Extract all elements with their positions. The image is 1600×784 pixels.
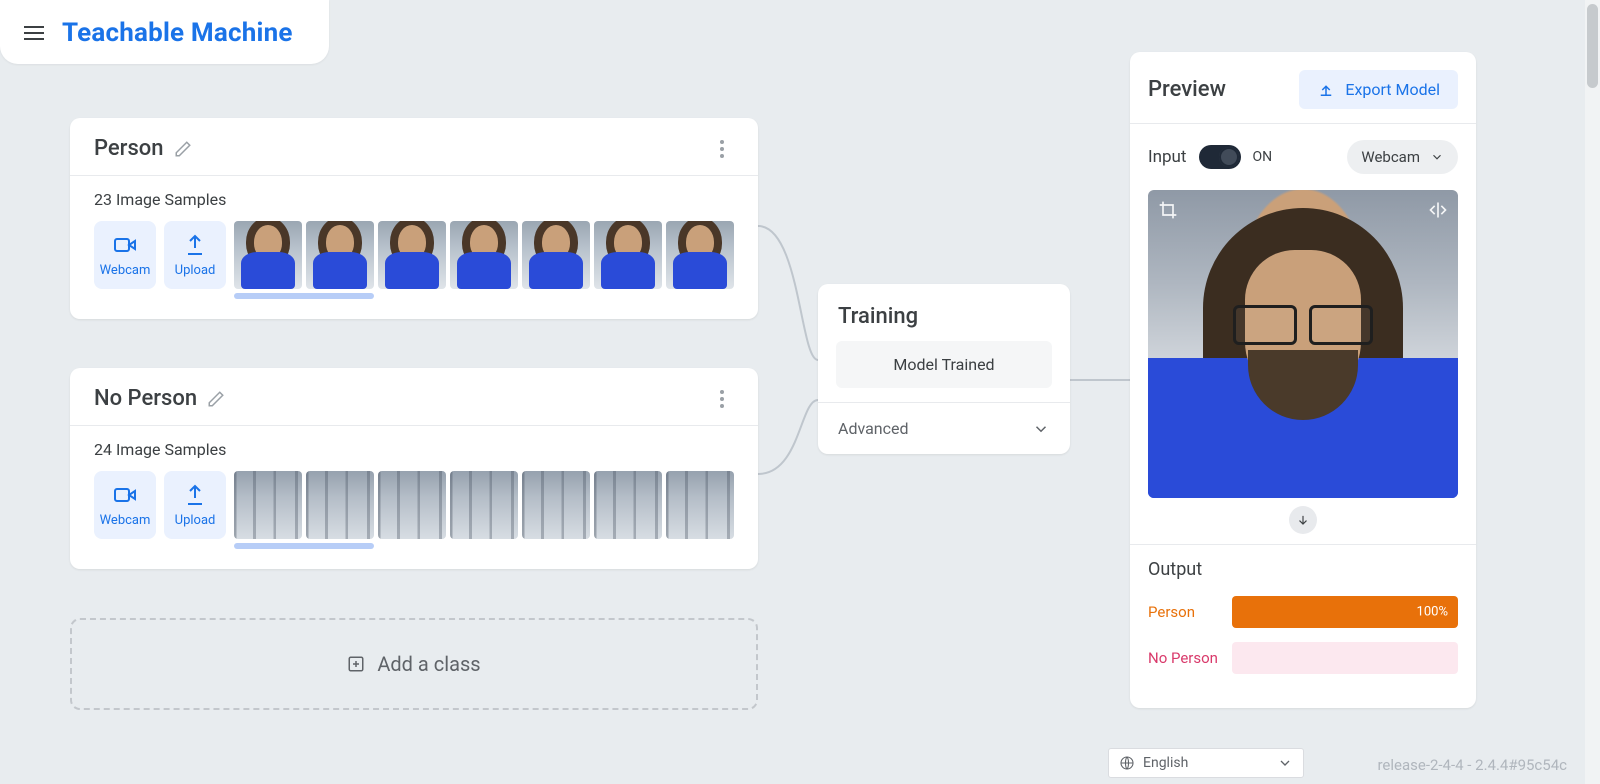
preview-card: Preview Export Model Input ON Webcam (1130, 52, 1476, 708)
sample-thumb[interactable] (522, 471, 590, 539)
sample-thumb[interactable] (666, 221, 734, 289)
sample-thumb[interactable] (234, 471, 302, 539)
chevron-down-icon (1430, 150, 1444, 164)
output-bar-noperson (1232, 642, 1458, 674)
webcam-button-label: Webcam (100, 263, 151, 278)
training-advanced-toggle[interactable]: Advanced (818, 402, 1070, 454)
sample-thumbnails[interactable] (234, 221, 734, 289)
sample-thumb[interactable] (234, 221, 302, 289)
input-source-label: Webcam (1361, 148, 1420, 166)
language-label: English (1143, 755, 1188, 771)
upload-icon (1317, 81, 1335, 99)
sample-thumb[interactable] (594, 471, 662, 539)
class-card-noperson: No Person 24 Image Samples Webcam Upload (70, 368, 758, 569)
pencil-icon[interactable] (207, 390, 225, 408)
chevron-down-icon (1032, 420, 1050, 438)
advanced-label: Advanced (838, 419, 909, 438)
add-class-label: Add a class (377, 652, 480, 676)
training-status: Model Trained (836, 341, 1052, 388)
webcam-button-label: Webcam (100, 513, 151, 528)
sample-thumb[interactable] (594, 221, 662, 289)
class-title: No Person (94, 386, 197, 411)
chevron-down-icon (1277, 755, 1293, 771)
sample-thumb[interactable] (522, 221, 590, 289)
upload-button-label: Upload (175, 263, 216, 278)
export-label: Export Model (1345, 80, 1440, 99)
upload-button[interactable]: Upload (164, 221, 226, 289)
sample-thumb[interactable] (450, 471, 518, 539)
output-label-noperson: No Person (1148, 649, 1218, 667)
samples-count: 23 Image Samples (94, 190, 734, 209)
sample-thumb[interactable] (378, 471, 446, 539)
training-card: Training Model Trained Advanced (818, 284, 1070, 454)
class-menu-icon[interactable] (710, 140, 734, 158)
class-card-person: Person 23 Image Samples Webcam Upload (70, 118, 758, 319)
sample-thumb[interactable] (306, 471, 374, 539)
output-title: Output (1148, 559, 1458, 580)
toggle-state: ON (1253, 149, 1273, 165)
class-menu-icon[interactable] (710, 390, 734, 408)
sample-thumb[interactable] (378, 221, 446, 289)
globe-icon (1119, 755, 1135, 771)
input-source-select[interactable]: Webcam (1347, 140, 1458, 174)
sample-thumbnails[interactable] (234, 471, 734, 539)
upload-button-label: Upload (175, 513, 216, 528)
thumb-scroll-indicator[interactable] (234, 293, 374, 299)
webcam-button[interactable]: Webcam (94, 471, 156, 539)
vertical-scrollbar[interactable] (1585, 0, 1600, 784)
plus-icon (347, 655, 365, 673)
pencil-icon[interactable] (174, 140, 192, 158)
thumb-scroll-indicator[interactable] (234, 543, 374, 549)
output-label-person: Person (1148, 603, 1218, 621)
upload-button[interactable]: Upload (164, 471, 226, 539)
arrow-down-icon (1289, 506, 1317, 534)
export-model-button[interactable]: Export Model (1299, 70, 1458, 109)
sample-thumb[interactable] (450, 221, 518, 289)
sample-thumb[interactable] (306, 221, 374, 289)
add-class-button[interactable]: Add a class (70, 618, 758, 710)
output-bar-person: 100% (1232, 596, 1458, 628)
input-toggle[interactable] (1199, 145, 1241, 169)
training-title: Training (818, 284, 1070, 341)
preview-title: Preview (1148, 77, 1226, 102)
class-title: Person (94, 136, 164, 161)
webcam-button[interactable]: Webcam (94, 221, 156, 289)
sample-thumb[interactable] (666, 471, 734, 539)
crop-icon[interactable] (1158, 200, 1178, 224)
samples-count: 24 Image Samples (94, 440, 734, 459)
release-version: release-2-4-4 - 2.4.4#95c54c (1377, 756, 1567, 774)
flip-icon[interactable] (1428, 200, 1448, 224)
language-select[interactable]: English (1108, 748, 1304, 778)
input-label: Input (1148, 147, 1187, 167)
webcam-preview (1148, 190, 1458, 498)
output-pct-person: 100% (1417, 605, 1448, 620)
